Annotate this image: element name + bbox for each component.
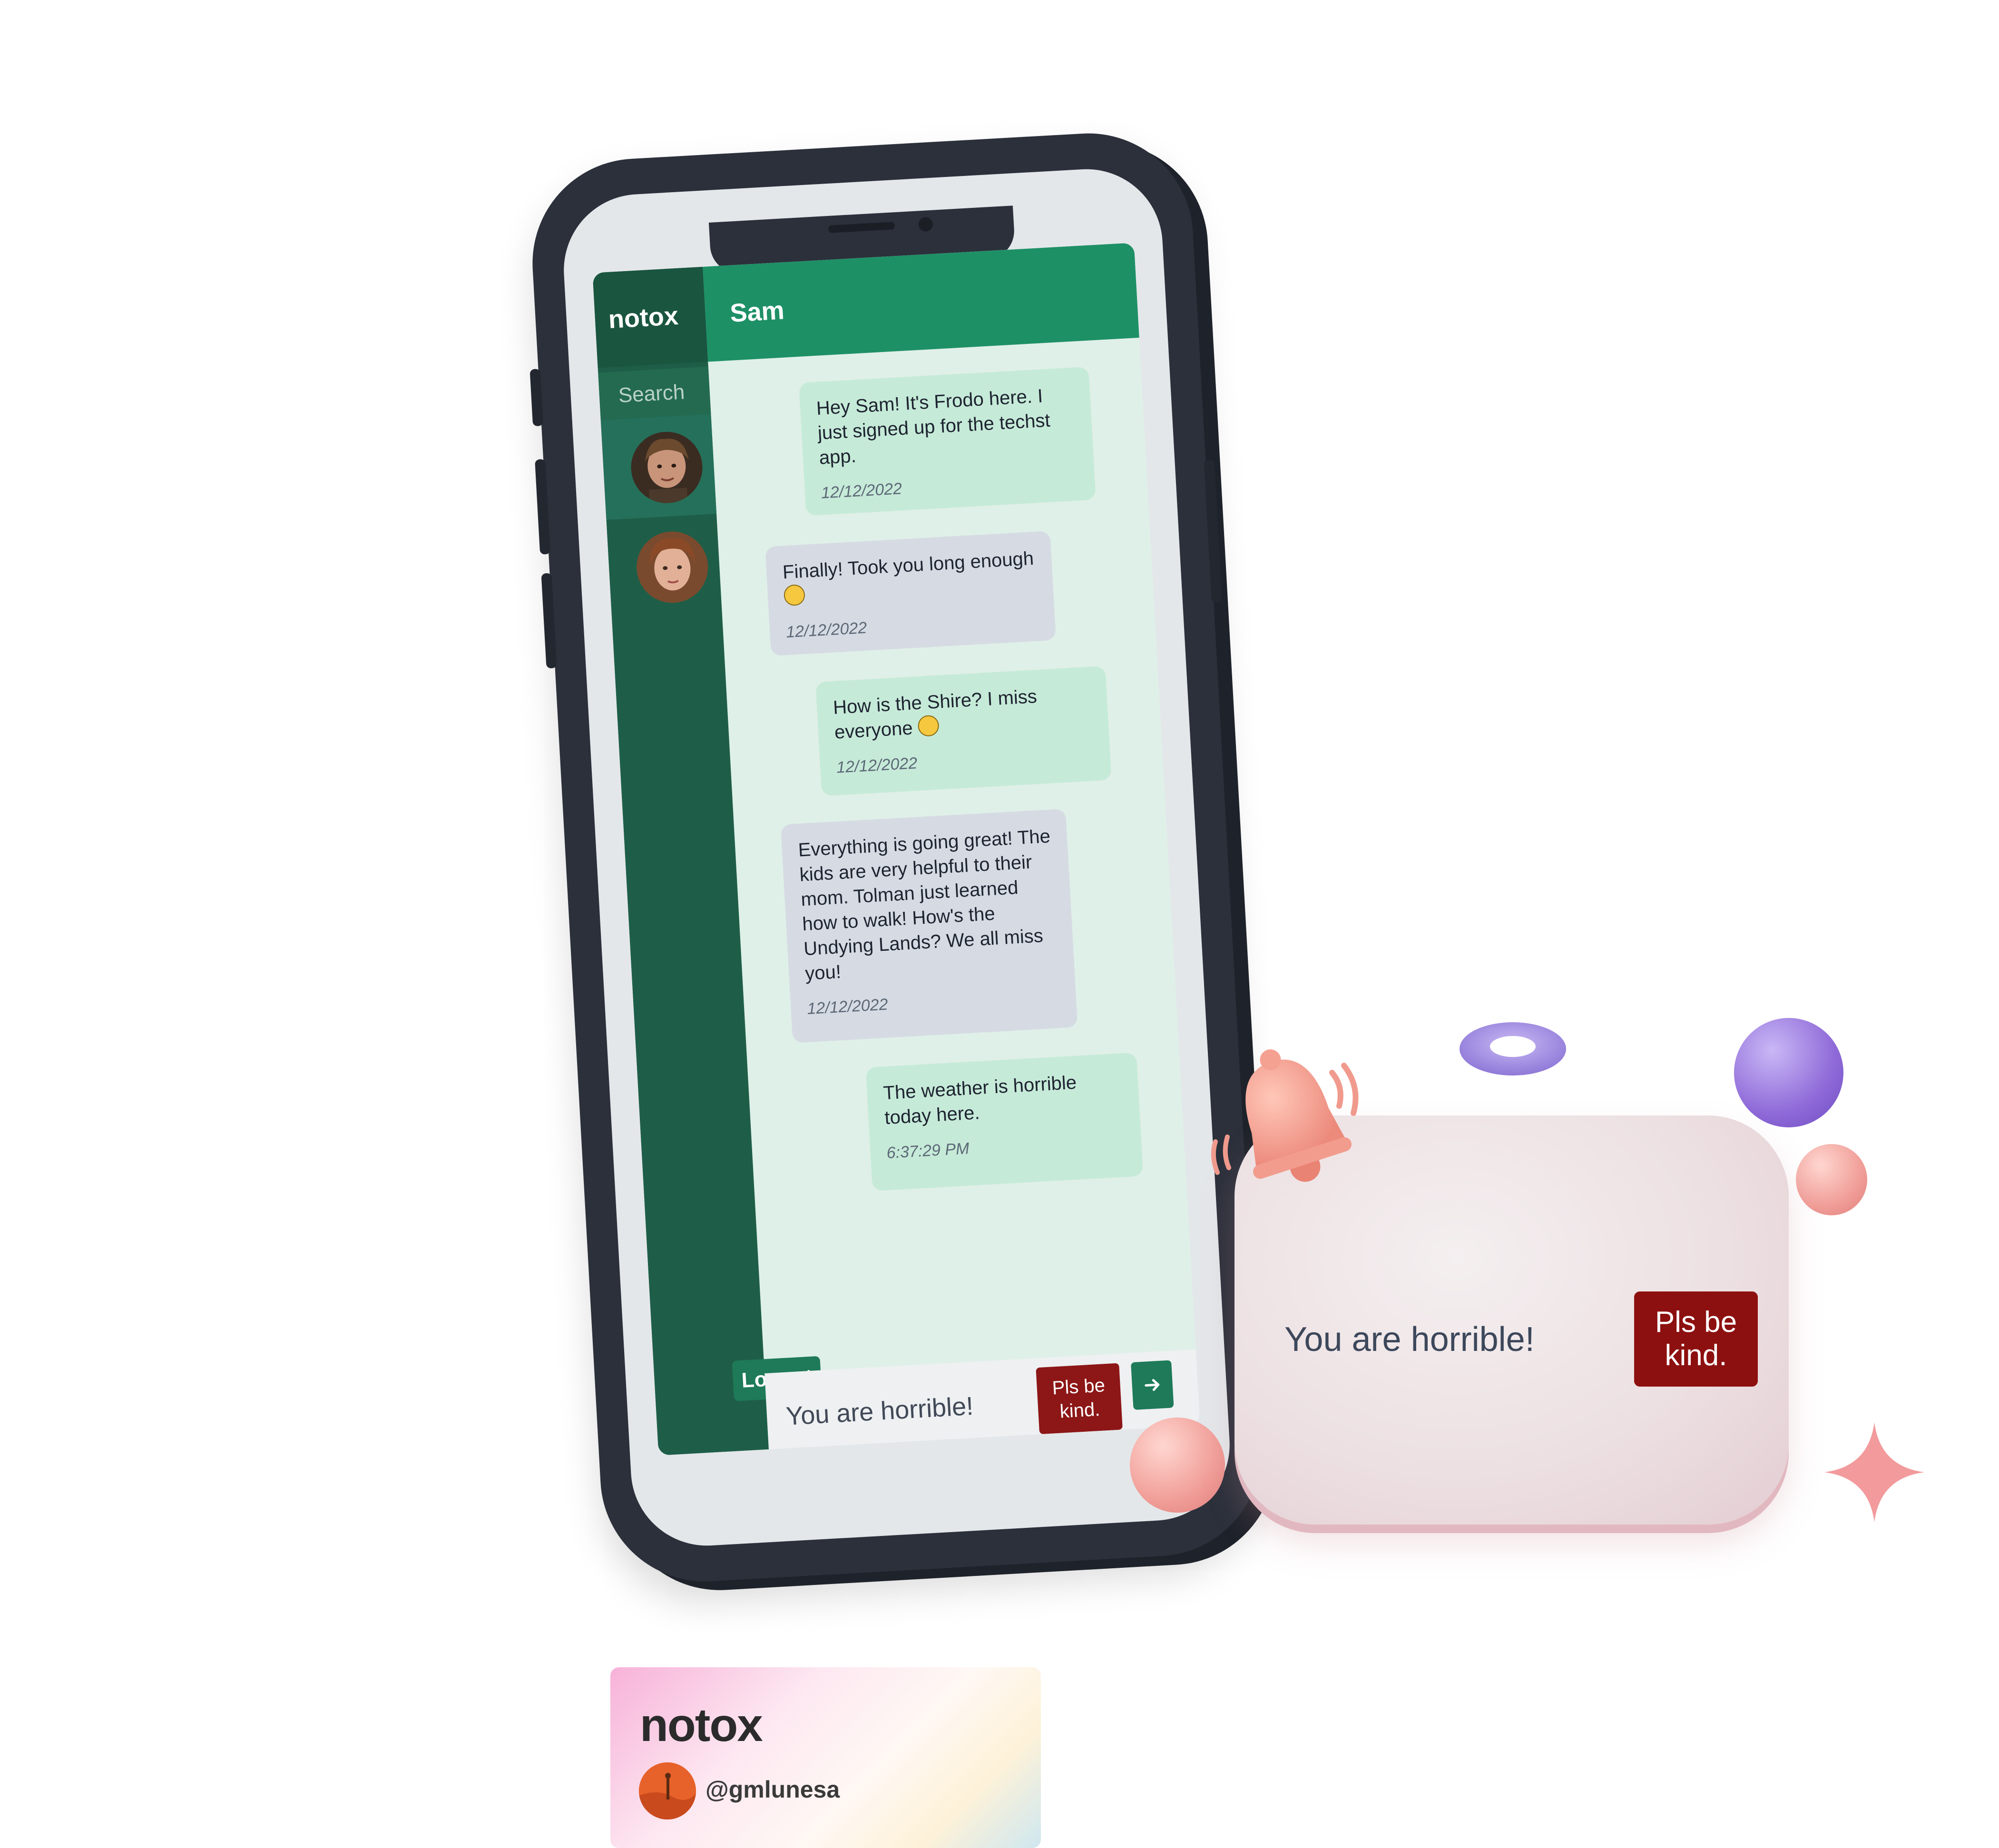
credits-card: notox @gmlunesa <box>610 1667 1041 1848</box>
contact-item-sam[interactable] <box>600 414 717 520</box>
message-bubble: Finally! Took you long enough 12/12/2022 <box>765 530 1057 656</box>
message-text: The weather is horrible today here. <box>882 1072 1078 1129</box>
avatar <box>635 529 710 605</box>
send-button[interactable] <box>1131 1360 1174 1410</box>
kindness-warning-button[interactable]: Pls be kind. <box>1036 1363 1123 1435</box>
avatar-desert-icon <box>639 1762 696 1819</box>
message-bubble: Everything is going great! The kids are … <box>780 809 1078 1043</box>
arrow-right-icon <box>1144 1379 1159 1391</box>
search-input[interactable]: Search <box>598 366 711 420</box>
notification-text: You are horrible! <box>1284 1320 1535 1359</box>
message-text: Everything is going great! The kids are … <box>797 825 1051 985</box>
chat-title: Sam <box>729 296 785 328</box>
smile-emoji-icon <box>783 584 806 606</box>
phone-mockup: notox Search Sam Hey Sam! It's Frodo her… <box>527 127 1267 1587</box>
contact-item-frodo[interactable] <box>606 514 722 620</box>
message-text: Finally! Took you long enough <box>782 548 1035 583</box>
front-camera <box>918 216 933 232</box>
avatar <box>629 430 705 505</box>
message-timestamp: 12/12/2022 <box>836 754 918 777</box>
message-text: How is the Shire? I miss everyone <box>833 686 1038 743</box>
app-brand: notox <box>592 266 708 368</box>
message-timestamp: 12/12/2022 <box>820 479 902 502</box>
message-bubble: Hey Sam! It's Frodo here. I just signed … <box>798 366 1096 516</box>
avatar-portrait-icon <box>635 529 710 605</box>
search-placeholder: Search <box>617 380 686 408</box>
torus-decoration <box>1460 1022 1566 1076</box>
avatar-portrait-icon <box>629 430 705 505</box>
speaker-grille <box>828 222 895 233</box>
notification-warning-button[interactable]: Pls be kind. <box>1634 1291 1758 1387</box>
message-timestamp: 6:37:29 PM <box>886 1139 970 1163</box>
sad-emoji-icon <box>917 714 940 737</box>
pink-sphere-decoration <box>1796 1144 1867 1215</box>
chat-app: notox Search Sam Hey Sam! It's Frodo her… <box>592 243 1200 1456</box>
footer-brand: notox <box>640 1699 763 1751</box>
avatar <box>639 1762 696 1819</box>
star-sparkle-icon <box>1824 1422 1924 1522</box>
author-handle[interactable]: @gmlunesa <box>706 1776 840 1803</box>
message-input[interactable]: You are horrible! <box>785 1391 974 1431</box>
brand-label: notox <box>608 301 679 334</box>
message-bubble: The weather is horrible today here. 6:37… <box>865 1052 1144 1191</box>
purple-sphere-decoration <box>1734 1018 1843 1127</box>
bell-icon <box>1211 1049 1359 1182</box>
pink-sphere-decoration <box>1130 1418 1225 1513</box>
message-timestamp: 12/12/2022 <box>785 618 868 642</box>
message-bubble: How is the Shire? I miss everyone 12/12/… <box>815 665 1112 796</box>
message-timestamp: 12/12/2022 <box>806 995 889 1018</box>
message-text: Hey Sam! It's Frodo here. I just signed … <box>815 385 1051 469</box>
